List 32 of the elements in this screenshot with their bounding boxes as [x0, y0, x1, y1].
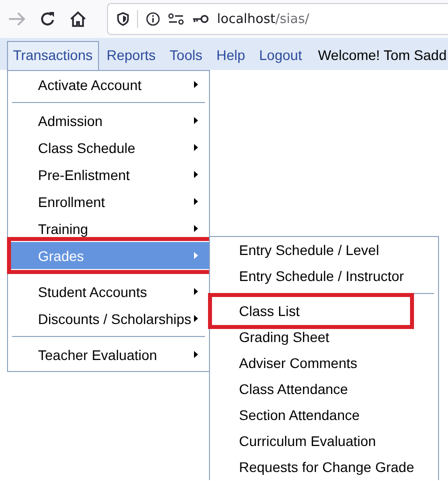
sliders-icon[interactable] [168, 13, 184, 25]
address-bar[interactable]: localhost/sias/ [107, 3, 448, 35]
menu-item[interactable]: Adviser Comments [210, 350, 438, 376]
menu-item[interactable]: Discounts / Scholarships [8, 305, 209, 332]
menu-tab[interactable]: Logout [253, 41, 308, 70]
menu-tab[interactable]: Transactions [7, 41, 99, 70]
info-icon[interactable] [146, 12, 160, 26]
menu-item[interactable]: Entry Schedule / Instructor [210, 263, 438, 289]
menu-item[interactable]: Section Attendance [210, 402, 438, 428]
menu-item[interactable]: Class List [210, 298, 438, 324]
menu-tab[interactable]: Reports [100, 41, 162, 70]
welcome-text: Welcome! Tom Sadd [316, 46, 448, 65]
menu-item[interactable]: Grading Sheet [210, 324, 438, 350]
home-icon[interactable] [70, 11, 86, 27]
menu-item[interactable]: Requests for Change Grade [210, 454, 438, 480]
menu-tab[interactable]: Tools [164, 41, 208, 70]
url-text[interactable]: localhost/sias/ [217, 12, 310, 26]
menu-item[interactable]: Teacher Evaluation [8, 341, 209, 368]
menu-tab[interactable]: Help [210, 41, 252, 70]
menu-item[interactable]: Curriculum Evaluation [210, 428, 438, 454]
menu-item[interactable]: Training [8, 215, 209, 242]
menu-item[interactable]: Student Accounts [8, 278, 209, 305]
shield-icon[interactable] [117, 12, 129, 26]
menu-item[interactable]: Activate Account [8, 71, 209, 98]
menu-item[interactable]: Admission [8, 107, 209, 134]
menu-item[interactable]: Class Attendance [210, 376, 438, 402]
menu-item[interactable]: Class Schedule [8, 134, 209, 161]
menu-item[interactable]: Enrollment [8, 188, 209, 215]
reload-icon[interactable] [40, 11, 56, 27]
menu-item[interactable]: Entry Schedule / Level [210, 237, 438, 263]
key-icon[interactable] [192, 14, 209, 24]
menu-item[interactable]: Pre-Enlistment [8, 161, 209, 188]
